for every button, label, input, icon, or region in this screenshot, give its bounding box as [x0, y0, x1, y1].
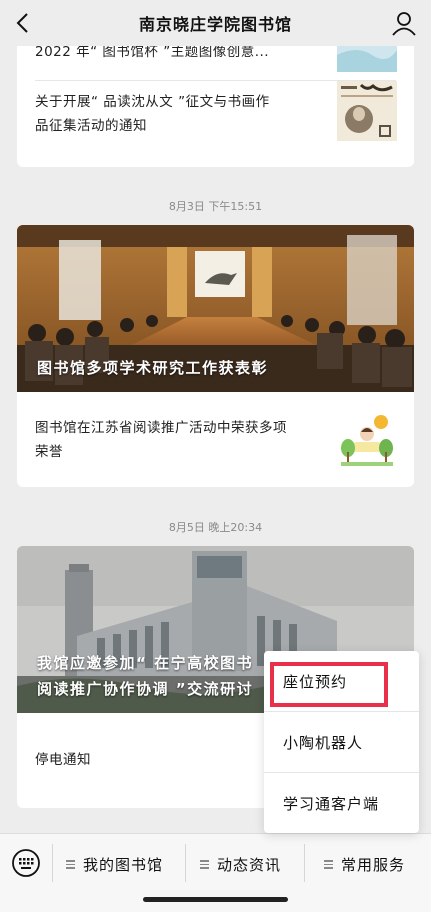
hero-caption: 我馆应邀参加“ 在宁高校图书 阅读推广协作协调 ”交流研讨 — [37, 650, 253, 702]
date-label: 8月3日 下午15:51 — [168, 200, 263, 213]
menu-lines-icon — [200, 859, 209, 869]
bottom-menu-bar: 我的图书馆 动态资讯 常用服务 — [0, 833, 431, 912]
profile-icon[interactable] — [391, 10, 417, 36]
article-title: 关于开展“ 品读沈从文 ”征文与书画作 品征集活动的通知 — [35, 90, 335, 138]
tab-label: 动态资讯 — [217, 855, 282, 874]
article-title-line: 图书馆在江苏省阅读推广活动中荣获多项 — [35, 420, 287, 436]
menu-lines-icon — [66, 859, 75, 869]
tab-label: 常用服务 — [341, 855, 406, 874]
menu-lines-icon — [324, 859, 333, 869]
hero-caption-line: 我馆应邀参加“ 在宁高校图书 — [37, 654, 254, 672]
highlight-box — [270, 662, 388, 707]
article-row-reading-award[interactable]: 图书馆在江苏省阅读推广活动中荣获多项 荣誉 — [17, 392, 414, 487]
hero-caption: 图书馆多项学术研究工作获表彰 — [37, 359, 269, 377]
tab-common-services[interactable]: 常用服务 — [324, 852, 405, 876]
article-title-line: 关于开展“ 品读沈从文 ”征文与书画作 — [35, 94, 270, 110]
keyboard-icon[interactable] — [11, 848, 41, 878]
tab-news[interactable]: 动态资讯 — [200, 852, 281, 876]
tab-label: 我的图书馆 — [83, 855, 164, 874]
date-label: 8月5日 晚上20:34 — [168, 521, 263, 534]
home-indicator — [143, 897, 288, 902]
article-card-2: 图书馆多项学术研究工作获表彰 图书馆在江苏省阅读推广活动中荣获多项 荣誉 — [17, 225, 414, 487]
article-title-line: 荣誉 — [35, 444, 63, 460]
hero-caption-line: 阅读推广协作协调 ”交流研讨 — [37, 680, 254, 698]
tab-my-library[interactable]: 我的图书馆 — [66, 852, 163, 876]
article-row-essay-call[interactable]: 关于开展“ 品读沈从文 ”征文与书画作 品征集活动的通知 — [17, 81, 414, 167]
article-hero-academic[interactable]: 图书馆多项学术研究工作获表彰 — [17, 225, 414, 392]
article-thumbnail — [337, 410, 397, 470]
menu-item-xuexitong-client[interactable]: 学习通客户端 — [264, 773, 419, 833]
bar-divider — [185, 844, 186, 882]
article-title: 停电通知 — [35, 752, 91, 768]
page-title: 南京晓庄学院图书馆 — [138, 15, 292, 34]
menu-item-xiaotao-robot[interactable]: 小陶机器人 — [264, 712, 419, 772]
article-title-line: 品征集活动的通知 — [35, 118, 147, 134]
article-thumbnail — [337, 81, 397, 141]
article-title: 图书馆在江苏省阅读推广活动中荣获多项 荣誉 — [35, 416, 335, 464]
bar-divider — [304, 844, 305, 882]
back-icon[interactable] — [10, 9, 38, 37]
top-nav-bar: 南京晓庄学院图书馆 — [0, 0, 431, 46]
bar-divider — [52, 844, 53, 882]
